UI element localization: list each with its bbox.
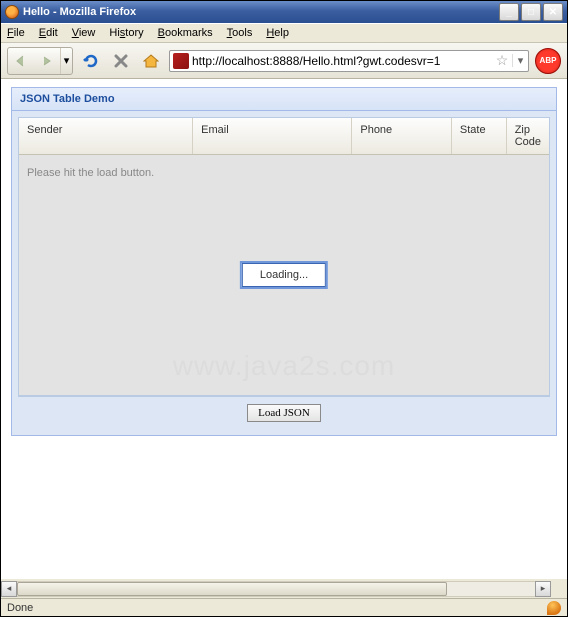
panel-footer: Load JSON <box>18 396 550 429</box>
statusbar: Done <box>1 598 567 616</box>
toolbar: ▾ http://localhost:8888/Hello.html?gwt.c… <box>1 43 567 79</box>
table-body: Please hit the load button. www.java2s.c… <box>19 155 549 395</box>
menu-view[interactable]: View <box>72 27 96 39</box>
horizontal-scrollbar[interactable]: ◂ ▸ <box>1 578 551 598</box>
minimize-button[interactable]: _ <box>499 3 519 21</box>
reload-button[interactable] <box>79 49 103 73</box>
col-sender[interactable]: Sender <box>19 118 193 154</box>
back-button[interactable] <box>8 48 34 74</box>
scroll-right-button[interactable]: ▸ <box>535 581 551 597</box>
window-titlebar: Hello - Mozilla Firefox _ □ ✕ <box>1 1 567 23</box>
firebug-icon[interactable] <box>547 601 561 615</box>
menu-file[interactable]: File <box>7 27 25 39</box>
scroll-left-button[interactable]: ◂ <box>1 581 17 597</box>
watermark-text: www.java2s.com <box>173 350 396 382</box>
status-text: Done <box>7 602 33 614</box>
loading-indicator: Loading... <box>240 261 328 289</box>
menu-edit[interactable]: Edit <box>39 27 58 39</box>
forward-button[interactable] <box>34 48 60 74</box>
table-header: Sender Email Phone State Zip Code <box>19 118 549 155</box>
json-table-panel: JSON Table Demo Sender Email Phone State… <box>11 87 557 436</box>
scroll-thumb[interactable] <box>17 582 447 596</box>
col-zip[interactable]: Zip Code <box>507 118 549 154</box>
menu-history[interactable]: History <box>109 27 143 39</box>
page-content: JSON Table Demo Sender Email Phone State… <box>1 79 567 578</box>
menu-bookmarks[interactable]: Bookmarks <box>158 27 213 39</box>
window-title: Hello - Mozilla Firefox <box>23 6 499 18</box>
menu-tools[interactable]: Tools <box>227 27 253 39</box>
maximize-button[interactable]: □ <box>521 3 541 21</box>
url-input[interactable]: http://localhost:8888/Hello.html?gwt.cod… <box>192 54 492 68</box>
url-bar[interactable]: http://localhost:8888/Hello.html?gwt.cod… <box>169 50 529 72</box>
scroll-track[interactable] <box>17 581 535 597</box>
site-favicon <box>173 53 189 69</box>
col-state[interactable]: State <box>452 118 507 154</box>
close-button[interactable]: ✕ <box>543 3 563 21</box>
data-table: Sender Email Phone State Zip Code Please… <box>18 117 550 396</box>
load-json-button[interactable]: Load JSON <box>247 404 321 422</box>
nav-dropdown[interactable]: ▾ <box>60 48 72 74</box>
home-button[interactable] <box>139 49 163 73</box>
menubar: File Edit View History Bookmarks Tools H… <box>1 23 567 43</box>
url-dropdown-icon[interactable]: ▾ <box>512 54 528 67</box>
stop-button[interactable] <box>109 49 133 73</box>
scroll-corner <box>551 578 567 598</box>
bookmark-star-icon[interactable]: ☆ <box>492 52 512 69</box>
panel-title: JSON Table Demo <box>12 88 556 111</box>
col-email[interactable]: Email <box>193 118 352 154</box>
firefox-icon <box>5 5 19 19</box>
empty-hint: Please hit the load button. <box>27 167 154 179</box>
menu-help[interactable]: Help <box>266 27 289 39</box>
col-phone[interactable]: Phone <box>352 118 452 154</box>
adblock-icon[interactable]: ABP <box>535 48 561 74</box>
